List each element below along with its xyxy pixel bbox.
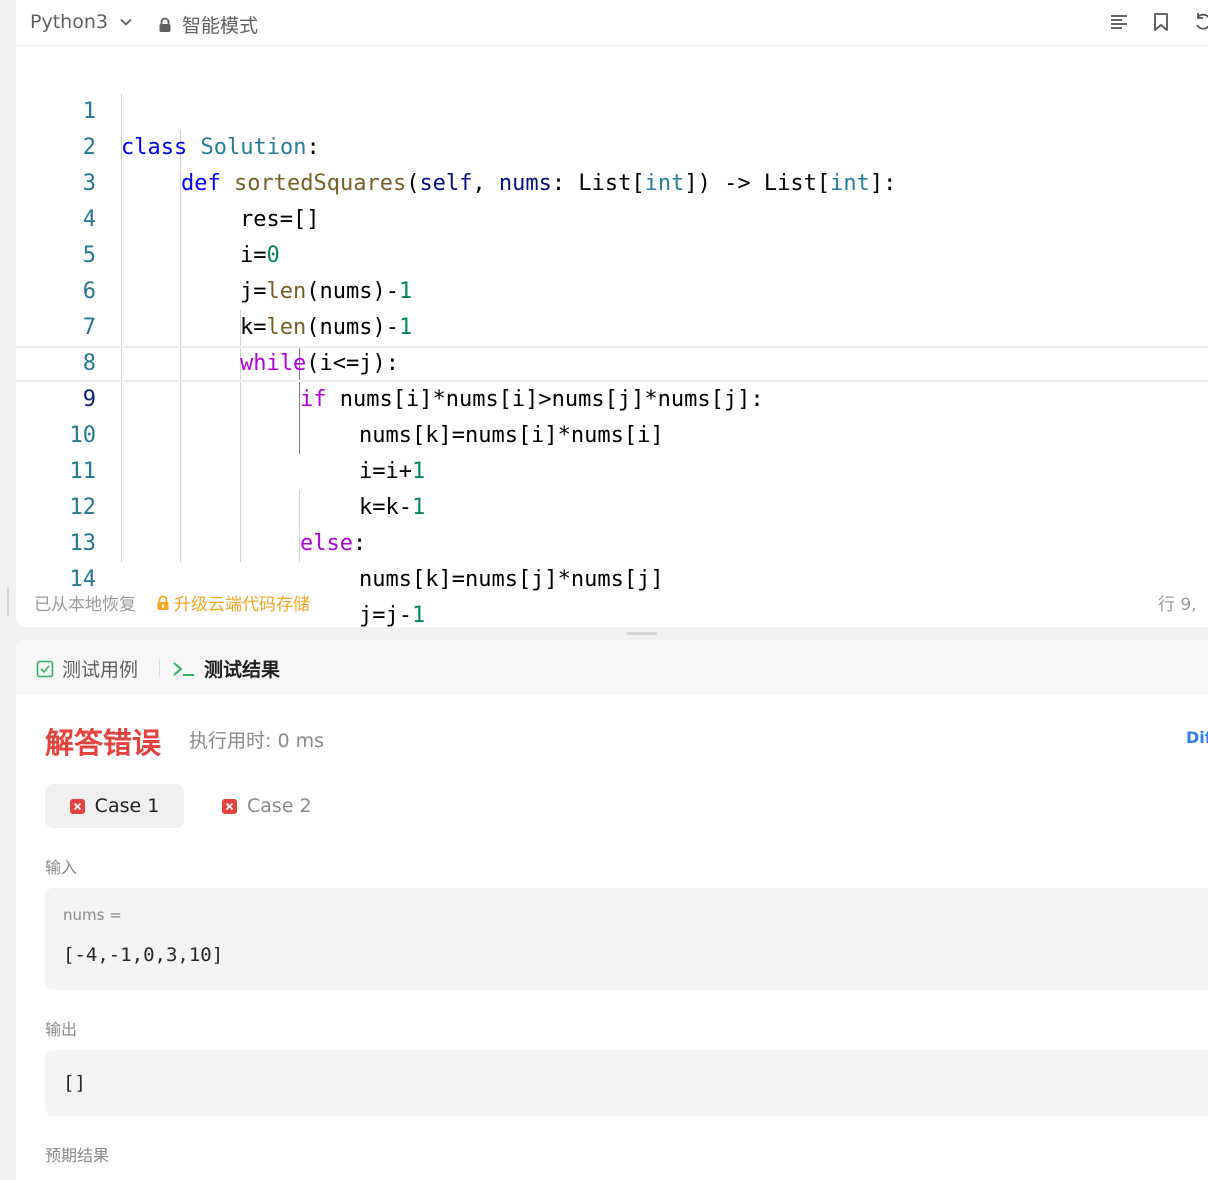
input-variable: nums =	[63, 906, 122, 924]
format-icon[interactable]	[1108, 11, 1130, 33]
chevron-down-icon	[120, 18, 132, 26]
terminal-icon	[173, 661, 194, 676]
case-2-button[interactable]: Case 2	[214, 784, 332, 828]
panel-resize-handle[interactable]	[627, 632, 657, 635]
left-edge	[0, 0, 16, 1166]
code-line: 1 class Solution:	[16, 58, 1208, 160]
input-box: nums = [-4,-1,0,3,10]	[45, 888, 1208, 990]
code-line: 13 nums[k]=nums[j]*nums[j]	[16, 490, 1208, 592]
upgrade-label: 升级云端代码存储	[174, 595, 310, 615]
input-label: 输入	[45, 858, 78, 877]
runtime-label: 执行用时: 0 ms	[189, 730, 324, 752]
code-line-current: 9 nums[k]=nums[i]*nums[i]	[16, 346, 1208, 448]
code-line: 6 k=len(nums)-1	[16, 238, 1208, 340]
panel-marker	[7, 588, 9, 616]
language-label: Python3	[30, 11, 108, 33]
case-1-button[interactable]: Case 1	[45, 784, 184, 828]
mode-label: 智能模式	[182, 15, 259, 37]
tab-testcases[interactable]: 测试用例	[36, 655, 138, 682]
cursor-position: 行 9,	[1158, 595, 1197, 615]
lock-icon	[159, 17, 171, 32]
result-tabs: 测试用例 测试结果	[16, 640, 1208, 694]
output-box: []	[45, 1050, 1208, 1116]
editor-toolbar: Python3 智能模式	[16, 0, 1208, 46]
verdict-label: 解答错误	[45, 726, 162, 760]
code-line: 5 j=len(nums)-1	[16, 202, 1208, 304]
code-line: 14 j=j-1	[16, 526, 1208, 627]
code-line: 7 while(i<=j):	[16, 274, 1208, 376]
code-line: 10 i=i+1	[16, 382, 1208, 484]
checkbox-icon	[36, 660, 54, 677]
expected-label: 预期结果	[45, 1146, 110, 1165]
results-panel: 测试用例 测试结果 解答错误 执行用时: 0 ms Diff Case 1 Ca…	[16, 640, 1208, 1180]
code-area[interactable]: 1 class Solution: 2 def sortedSquares(se…	[16, 58, 1208, 627]
upgrade-storage-link[interactable]: 升级云端代码存储	[156, 590, 310, 615]
smart-mode-toggle[interactable]: 智能模式	[158, 11, 258, 38]
restored-status: 已从本地恢复	[34, 595, 136, 615]
tab-label: 测试用例	[62, 659, 139, 681]
code-line: 8 if nums[i]*nums[i]>nums[j]*nums[j]:	[16, 310, 1208, 412]
toolbar-icons	[1108, 11, 1208, 33]
language-selector[interactable]: Python3	[30, 11, 134, 33]
code-line: 2 def sortedSquares(self, nums: List[int…	[16, 94, 1208, 196]
code-line: 3 res=[]	[16, 130, 1208, 232]
diff-toggle[interactable]: Diff	[1186, 728, 1208, 747]
error-icon	[222, 798, 237, 814]
lock-icon	[157, 595, 169, 610]
code-line: 11 k=k-1	[16, 418, 1208, 520]
bookmark-icon[interactable]	[1150, 11, 1172, 33]
code-line: 12 else:	[16, 454, 1208, 556]
editor-status-bar: 已从本地恢复 升级云端代码存储 行 9,	[16, 580, 1208, 624]
case-label: Case 1	[94, 795, 160, 817]
code-editor-panel: Python3 智能模式 1 class Solution: 2 def sor…	[16, 0, 1208, 627]
output-value: []	[63, 1072, 86, 1094]
tab-label: 测试结果	[204, 659, 281, 681]
case-label: Case 2	[247, 795, 312, 817]
input-value: [-4,-1,0,3,10]	[63, 944, 224, 966]
code-line: 4 i=0	[16, 166, 1208, 268]
error-icon	[69, 798, 85, 814]
tab-results[interactable]: 测试结果	[172, 655, 280, 682]
output-label: 输出	[45, 1020, 78, 1039]
tab-divider	[159, 659, 160, 677]
reset-icon[interactable]	[1192, 11, 1208, 33]
